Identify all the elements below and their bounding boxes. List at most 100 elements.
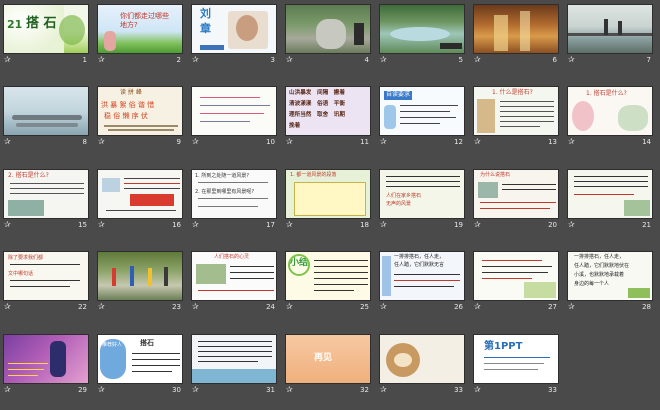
slide-27-preview: [473, 251, 559, 301]
slide-12-preview: 自读要求: [379, 86, 465, 136]
slide-number: 6: [552, 56, 557, 64]
slide-thumbnail-29[interactable]: ✰ 29: [3, 334, 89, 395]
animation-star-icon: ✰: [474, 55, 481, 64]
slide-thumbnail-14[interactable]: 1. 搭石是什么? ✰ 14: [567, 86, 653, 147]
slide-thumbnail-2[interactable]: 你们都走过哪些 地方? ✰ 2: [97, 4, 183, 65]
animation-star-icon: ✰: [380, 55, 387, 64]
slide-thumbnail-5[interactable]: ✰ 5: [379, 4, 465, 65]
slide-thumbnail-17[interactable]: 1. 所到之处随一道风景? 2. 在那里到哪里有风景呢? ✰ 17: [191, 169, 277, 230]
slide-thumbnail-21[interactable]: ✰ 21: [567, 169, 653, 230]
slide-thumbnail-1[interactable]: 21 搭 石 ✰ 1: [3, 4, 89, 65]
slide-thumbnail-9[interactable]: 读 拼 峰 洪 暴 絮 俗 谐 惜 稳 俗 懒 序 伏 ✰ 9: [97, 86, 183, 147]
slide-thumbnail-30[interactable]: 推荐好人 搭石 ✰ 30: [97, 334, 183, 395]
animation-star-icon: ✰: [474, 302, 481, 311]
slide-19-line-2: 无声的风景: [386, 201, 412, 207]
slide-number: 27: [548, 303, 557, 311]
slide-thumbnail-12[interactable]: 自读要求 ✰ 12: [379, 86, 465, 147]
animation-star-icon: ✰: [4, 220, 11, 229]
slide-number: 28: [642, 303, 651, 311]
slide-15-preview: 2. 搭石是什么?: [3, 169, 89, 219]
slide-22-line-2: 文中哪句话: [8, 271, 34, 277]
slide-29-preview: [3, 334, 89, 384]
animation-star-icon: ✰: [568, 220, 575, 229]
slide-thumbnail-26[interactable]: 一排排搭石，任人走， 任人踏，它们默默无言 ✰ 26: [379, 251, 465, 312]
slide-thumbnail-34[interactable]: 第1PPT ✰ 33: [473, 334, 559, 395]
slide-13-preview: 1. 什么是搭石?: [473, 86, 559, 136]
slide-thumbnail-22[interactable]: 除了要求我们都 文中哪句话 ✰ 22: [3, 251, 89, 312]
slide-30-heading: 推荐好人: [102, 342, 123, 348]
slide-thumbnail-18[interactable]: 1. 都一道风景的段落 ✰ 18: [285, 169, 371, 230]
slide-number: 20: [548, 221, 557, 229]
slide-thumbnail-7[interactable]: ✰ 7: [567, 4, 653, 65]
slide-3-preview: 刘 章: [191, 4, 277, 54]
slide-thumbnail-23[interactable]: ✰ 23: [97, 251, 183, 312]
animation-star-icon: ✰: [98, 137, 105, 146]
slide-thumbnail-32[interactable]: 再见 ✰ 32: [285, 334, 371, 395]
slide-14-heading: 1. 搭石是什么?: [586, 90, 627, 97]
slide-17-line-2: 2. 在那里到哪里有风景呢?: [195, 189, 255, 195]
slide-24-preview: 人们搭石的心灵: [191, 251, 277, 301]
slide-thumbnail-10[interactable]: ✰ 10: [191, 86, 277, 147]
slide-11-preview: 山洪暴发 间隔 搬着 清波漾漾 俗语 平衡 理所当然 取舍 讯期 挽着: [285, 86, 371, 136]
slide-number: 33: [548, 386, 557, 394]
slide-thumbnail-31[interactable]: ✰ 31: [191, 334, 277, 395]
slide-2-line-2: 地方?: [120, 21, 138, 29]
slide-thumbnail-11[interactable]: 山洪暴发 间隔 搬着 清波漾漾 俗语 平衡 理所当然 取舍 讯期 挽着 ✰ 11: [285, 86, 371, 147]
slide-thumbnail-13[interactable]: 1. 什么是搭石? ✰ 13: [473, 86, 559, 147]
slide-thumbnail-33[interactable]: ✰ 33: [379, 334, 465, 395]
slide-30-preview: 推荐好人 搭石: [97, 334, 183, 384]
slide-18-heading: 1. 都一道风景的段落: [290, 172, 337, 178]
slide-22-preview: 除了要求我们都 文中哪句话: [3, 251, 89, 301]
slide-21-preview: [567, 169, 653, 219]
slide-25-preview: 小结: [285, 251, 371, 301]
slide-16-preview: [97, 169, 183, 219]
slide-26-preview: 一排排搭石，任人走， 任人踏，它们默默无言: [379, 251, 465, 301]
slide-34-preview: 第1PPT: [473, 334, 559, 384]
slide-thumbnail-20[interactable]: 为什么说搭石 ✰ 20: [473, 169, 559, 230]
animation-star-icon: ✰: [568, 55, 575, 64]
slide-30-title: 搭石: [140, 339, 154, 347]
slide-number: 17: [266, 221, 275, 229]
animation-star-icon: ✰: [380, 137, 387, 146]
slide-11-line-3: 理所当然 取舍 讯期: [289, 112, 345, 118]
slide-thumbnail-4[interactable]: ✰ 4: [285, 4, 371, 65]
slide-thumbnail-3[interactable]: 刘 章 ✰ 3: [191, 4, 277, 65]
slide-number: 9: [176, 138, 181, 146]
slide-thumbnail-28[interactable]: 一排排搭石，任人走， 任人踏，它们默默地伏在 小溪，也默默地承载着 身边的每一个…: [567, 251, 653, 312]
slide-thumbnail-16[interactable]: ✰ 16: [97, 169, 183, 230]
slide-number: 19: [454, 221, 463, 229]
animation-star-icon: ✰: [192, 302, 199, 311]
slide-thumbnail-15[interactable]: 2. 搭石是什么? ✰ 15: [3, 169, 89, 230]
animation-star-icon: ✰: [286, 220, 293, 229]
slide-9-line-1: 洪 暴 絮 俗 谐 惜: [101, 101, 155, 109]
slide-11-line-1: 山洪暴发 间隔 搬着: [289, 90, 345, 96]
slide-4-preview: [285, 4, 371, 54]
slide-8-preview: [3, 86, 89, 136]
slide-34-logo: 第1PPT: [484, 341, 523, 352]
animation-star-icon: ✰: [380, 302, 387, 311]
slide-23-preview: [97, 251, 183, 301]
slide-32-preview: 再见: [285, 334, 371, 384]
slide-9-line-2: 稳 俗 懒 序 伏: [104, 112, 148, 120]
slide-28-line-4: 身边的每一个人: [574, 281, 610, 287]
slide-number: 11: [360, 138, 369, 146]
slide-number: 24: [266, 303, 275, 311]
slide-7-preview: [567, 4, 653, 54]
animation-star-icon: ✰: [568, 302, 575, 311]
animation-star-icon: ✰: [98, 385, 105, 394]
slide-19-preview: 人们在家乡搭石 无声的风景: [379, 169, 465, 219]
animation-star-icon: ✰: [192, 220, 199, 229]
slide-6-preview: [473, 4, 559, 54]
slide-17-preview: 1. 所到之处随一道风景? 2. 在那里到哪里有风景呢?: [191, 169, 277, 219]
slide-thumbnail-8[interactable]: ✰ 8: [3, 86, 89, 147]
slide-thumbnail-24[interactable]: 人们搭石的心灵 ✰ 24: [191, 251, 277, 312]
slide-14-preview: 1. 搭石是什么?: [567, 86, 653, 136]
slide-thumbnail-6[interactable]: ✰ 6: [473, 4, 559, 65]
slide-number: 15: [78, 221, 87, 229]
slide-18-preview: 1. 都一道风景的段落: [285, 169, 371, 219]
slide-thumbnail-25[interactable]: 小结 ✰ 25: [285, 251, 371, 312]
slide-thumbnail-27[interactable]: ✰ 27: [473, 251, 559, 312]
slide-thumbnail-19[interactable]: 人们在家乡搭石 无声的风景 ✰ 19: [379, 169, 465, 230]
animation-star-icon: ✰: [98, 55, 105, 64]
slide-11-line-2: 清波漾漾 俗语 平衡: [289, 101, 345, 107]
